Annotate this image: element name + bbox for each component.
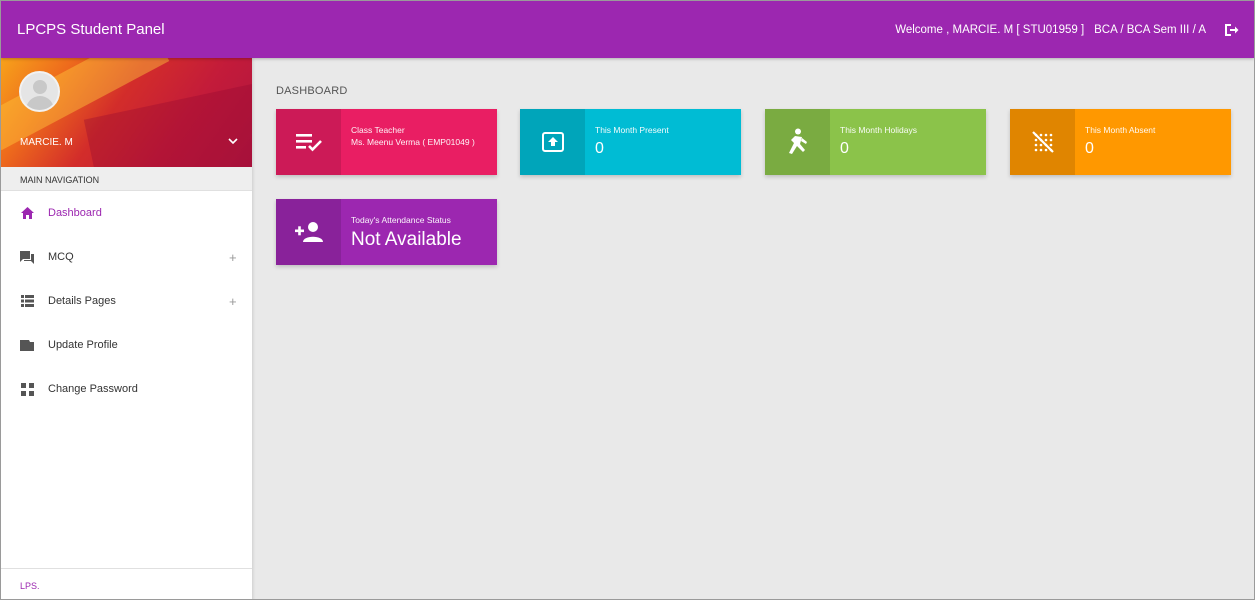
playlist-check-icon (276, 109, 341, 175)
sidebar-item-label: Change Password (48, 383, 138, 395)
class-info: BCA / BCA Sem III / A (1094, 23, 1206, 36)
class-teacher-box[interactable]: Class Teacher Ms. Meenu Verma ( EMP01049… (276, 109, 497, 175)
month-holidays-box[interactable]: This Month Holidays 0 (765, 109, 986, 175)
sidebar-item-label: MCQ (48, 251, 74, 263)
attendance-status-value: Not Available (351, 229, 462, 250)
top-navbar: LPCPS Student Panel Welcome , MARCIE. M … (1, 1, 1254, 58)
topbar-user-area: Welcome , MARCIE. M [ STU01959 ] BCA / B… (895, 21, 1240, 39)
welcome-text: Welcome , MARCIE. M [ STU01959 ] (895, 23, 1085, 36)
attendance-status-label: Today's Attendance Status (351, 215, 451, 225)
month-present-value: 0 (595, 140, 604, 157)
month-absent-box[interactable]: This Month Absent 0 (1010, 109, 1231, 175)
cancel-grid-icon (1010, 109, 1075, 175)
forum-icon (20, 250, 34, 264)
class-teacher-label: Class Teacher (351, 125, 405, 135)
month-absent-value: 0 (1085, 140, 1094, 157)
month-absent-label: This Month Absent (1085, 125, 1156, 135)
page-title: DASHBOARD (276, 85, 348, 97)
user-name: MARCIE. M (20, 137, 73, 148)
sidebar-item-label: Update Profile (48, 339, 118, 351)
month-present-box[interactable]: This Month Present 0 (520, 109, 741, 175)
person-add-icon (276, 199, 341, 265)
swap-icon (20, 382, 34, 396)
view-list-icon (20, 294, 34, 308)
logout-icon[interactable] (1222, 21, 1240, 39)
home-icon (20, 206, 34, 220)
main-content: DASHBOARD Class Teacher Ms. Meenu Verma … (252, 58, 1254, 599)
sidebar-item-update-profile[interactable]: Update Profile (1, 323, 252, 367)
expand-icon[interactable]: + (229, 250, 237, 265)
sidebar-item-mcq[interactable]: MCQ + (1, 235, 252, 279)
person-running-icon (765, 109, 830, 175)
month-present-label: This Month Present (595, 125, 669, 135)
class-teacher-value: Ms. Meenu Verma ( EMP01049 ) (351, 137, 475, 147)
attendance-status-box[interactable]: Today's Attendance Status Not Available (276, 199, 497, 265)
sidebar-item-details-pages[interactable]: Details Pages + (1, 279, 252, 323)
month-holidays-label: This Month Holidays (840, 125, 918, 135)
expand-icon[interactable]: + (229, 294, 237, 309)
avatar (19, 71, 60, 112)
nav-menu: Dashboard MCQ + Details Pages + Update P… (1, 191, 252, 411)
user-info-panel: MARCIE. M (1, 58, 252, 167)
sidebar-footer: LPS. (1, 568, 252, 599)
app-window: LPCPS Student Panel Welcome , MARCIE. M … (0, 0, 1255, 600)
nav-header: MAIN NAVIGATION (1, 167, 252, 191)
folder-icon (20, 338, 34, 352)
sidebar-item-change-password[interactable]: Change Password (1, 367, 252, 411)
chevron-down-icon[interactable] (228, 136, 238, 148)
footer-logo-text: LPS. (20, 581, 40, 591)
sidebar-item-dashboard[interactable]: Dashboard (1, 191, 252, 235)
month-holidays-value: 0 (840, 140, 849, 157)
sidebar: MARCIE. M MAIN NAVIGATION Dashboard MCQ … (1, 58, 252, 599)
brand-title[interactable]: LPCPS Student Panel (17, 21, 165, 38)
sidebar-item-label: Details Pages (48, 295, 116, 307)
sidebar-item-label: Dashboard (48, 207, 102, 219)
upload-box-icon (520, 109, 585, 175)
